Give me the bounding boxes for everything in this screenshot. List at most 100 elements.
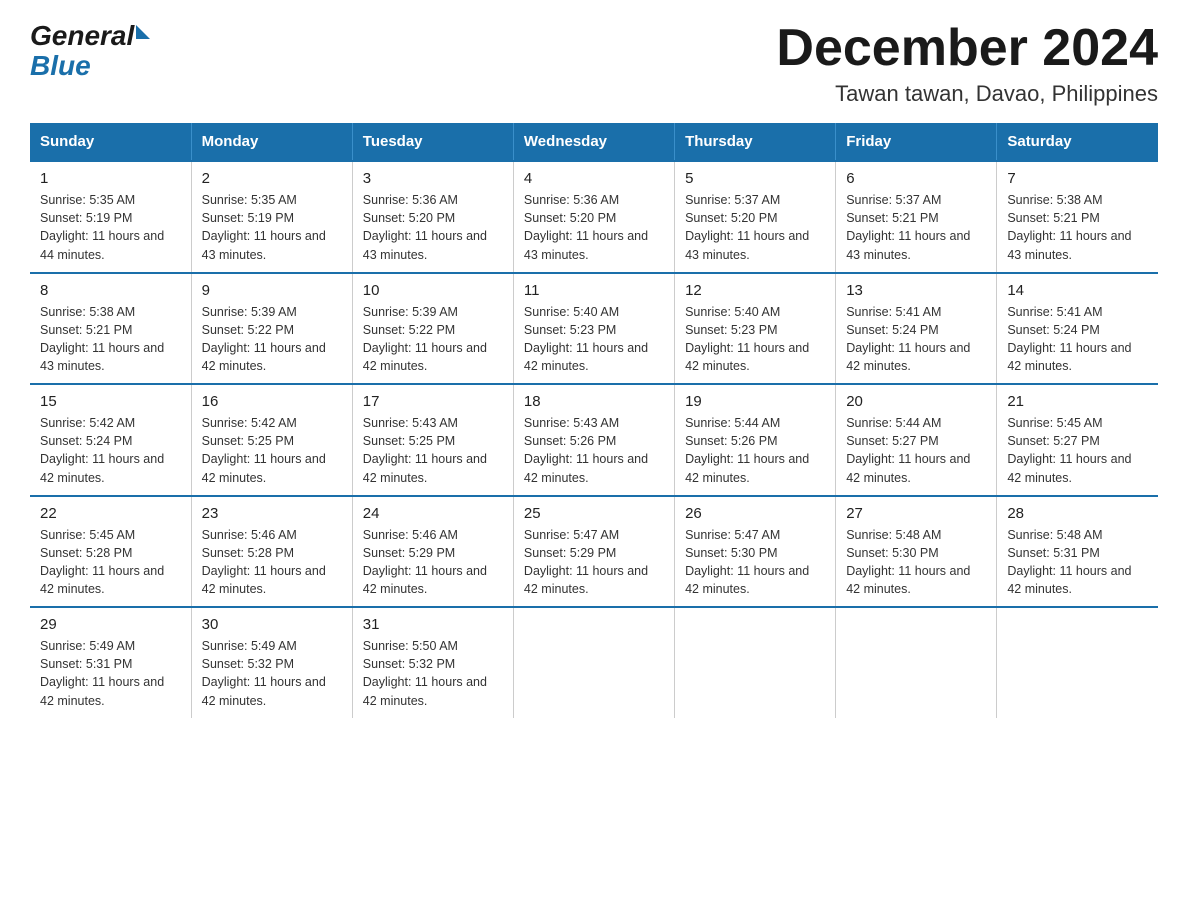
calendar-cell: 14Sunrise: 5:41 AMSunset: 5:24 PMDayligh…: [997, 273, 1158, 385]
day-number: 10: [363, 282, 503, 299]
logo-general: General: [30, 20, 134, 52]
header-sunday: Sunday: [30, 123, 191, 161]
day-number: 28: [1007, 505, 1148, 522]
calendar-cell: 17 Sunrise: 5:43 AMSunset: 5:25 PMDayligh…: [352, 384, 513, 496]
calendar-header-row: SundayMondayTuesdayWednesdayThursdayFrid…: [30, 123, 1158, 161]
calendar-title: December 2024: [776, 20, 1158, 77]
day-info: Sunrise: 5:46 AMSunset: 5:29 PMDaylight:…: [363, 526, 503, 599]
calendar-cell: 28 Sunrise: 5:48 AMSunset: 5:31 PMDayligh…: [997, 496, 1158, 608]
day-number: 25: [524, 505, 664, 522]
calendar-cell: 27 Sunrise: 5:48 AMSunset: 5:30 PMDayligh…: [836, 496, 997, 608]
calendar-cell: 2 Sunrise: 5:35 AMSunset: 5:19 PMDaylight…: [191, 161, 352, 273]
day-info: Sunrise: 5:43 AMSunset: 5:26 PMDaylight:…: [524, 414, 664, 487]
day-number: 21: [1007, 393, 1148, 410]
calendar-cell: 7Sunrise: 5:38 AMSunset: 5:21 PMDaylight…: [997, 161, 1158, 273]
day-info: Sunrise: 5:36 AMSunset: 5:20 PMDaylight:…: [524, 191, 664, 264]
day-info: Sunrise: 5:39 AMSunset: 5:22 PMDaylight:…: [363, 303, 503, 376]
day-info: Sunrise: 5:38 AMSunset: 5:21 PMDaylight:…: [1007, 191, 1148, 264]
calendar-cell: 19Sunrise: 5:44 AMSunset: 5:26 PMDayligh…: [675, 384, 836, 496]
calendar-cell: 18 Sunrise: 5:43 AMSunset: 5:26 PMDayligh…: [513, 384, 674, 496]
day-info: Sunrise: 5:40 AMSunset: 5:23 PMDaylight:…: [524, 303, 664, 376]
day-info: Sunrise: 5:44 AMSunset: 5:27 PMDaylight:…: [846, 414, 986, 487]
calendar-cell: 1 Sunrise: 5:35 AMSunset: 5:19 PMDaylight…: [30, 161, 191, 273]
day-info: Sunrise: 5:48 AMSunset: 5:30 PMDaylight:…: [846, 526, 986, 599]
header-monday: Monday: [191, 123, 352, 161]
calendar-cell: 9 Sunrise: 5:39 AMSunset: 5:22 PMDaylight…: [191, 273, 352, 385]
calendar-week-row: 29 Sunrise: 5:49 AMSunset: 5:31 PMDayligh…: [30, 607, 1158, 718]
day-number: 9: [202, 282, 342, 299]
day-number: 8: [40, 282, 181, 299]
day-number: 26: [685, 505, 825, 522]
day-number: 5: [685, 170, 825, 187]
day-info: Sunrise: 5:48 AMSunset: 5:31 PMDaylight:…: [1007, 526, 1148, 599]
calendar-cell: 4 Sunrise: 5:36 AMSunset: 5:20 PMDaylight…: [513, 161, 674, 273]
calendar-cell: 8Sunrise: 5:38 AMSunset: 5:21 PMDaylight…: [30, 273, 191, 385]
day-info: Sunrise: 5:44 AMSunset: 5:26 PMDaylight:…: [685, 414, 825, 487]
day-number: 23: [202, 505, 342, 522]
logo-triangle-icon: [136, 25, 150, 39]
calendar-cell: 13 Sunrise: 5:41 AMSunset: 5:24 PMDayligh…: [836, 273, 997, 385]
day-info: Sunrise: 5:42 AMSunset: 5:24 PMDaylight:…: [40, 414, 181, 487]
day-number: 30: [202, 616, 342, 633]
calendar-cell: 23 Sunrise: 5:46 AMSunset: 5:28 PMDayligh…: [191, 496, 352, 608]
day-info: Sunrise: 5:37 AMSunset: 5:21 PMDaylight:…: [846, 191, 986, 264]
day-number: 24: [363, 505, 503, 522]
logo-blue: Blue: [30, 52, 150, 80]
calendar-cell: 22 Sunrise: 5:45 AMSunset: 5:28 PMDayligh…: [30, 496, 191, 608]
header-friday: Friday: [836, 123, 997, 161]
calendar-cell: [513, 607, 674, 718]
day-info: Sunrise: 5:41 AMSunset: 5:24 PMDaylight:…: [846, 303, 986, 376]
calendar-cell: 30 Sunrise: 5:49 AMSunset: 5:32 PMDayligh…: [191, 607, 352, 718]
day-info: Sunrise: 5:42 AMSunset: 5:25 PMDaylight:…: [202, 414, 342, 487]
day-number: 4: [524, 170, 664, 187]
calendar-cell: 31Sunrise: 5:50 AMSunset: 5:32 PMDayligh…: [352, 607, 513, 718]
calendar-cell: 21Sunrise: 5:45 AMSunset: 5:27 PMDayligh…: [997, 384, 1158, 496]
day-info: Sunrise: 5:49 AMSunset: 5:31 PMDaylight:…: [40, 637, 181, 710]
day-info: Sunrise: 5:37 AMSunset: 5:20 PMDaylight:…: [685, 191, 825, 264]
day-number: 16: [202, 393, 342, 410]
calendar-cell: 24 Sunrise: 5:46 AMSunset: 5:29 PMDayligh…: [352, 496, 513, 608]
day-number: 1: [40, 170, 181, 187]
calendar-cell: 11 Sunrise: 5:40 AMSunset: 5:23 PMDayligh…: [513, 273, 674, 385]
calendar-cell: 3Sunrise: 5:36 AMSunset: 5:20 PMDaylight…: [352, 161, 513, 273]
calendar-cell: 29 Sunrise: 5:49 AMSunset: 5:31 PMDayligh…: [30, 607, 191, 718]
day-info: Sunrise: 5:46 AMSunset: 5:28 PMDaylight:…: [202, 526, 342, 599]
day-info: Sunrise: 5:50 AMSunset: 5:32 PMDaylight:…: [363, 637, 503, 710]
calendar-cell: [997, 607, 1158, 718]
day-info: Sunrise: 5:43 AMSunset: 5:25 PMDaylight:…: [363, 414, 503, 487]
header-thursday: Thursday: [675, 123, 836, 161]
calendar-cell: 26 Sunrise: 5:47 AMSunset: 5:30 PMDayligh…: [675, 496, 836, 608]
day-number: 29: [40, 616, 181, 633]
page-header: General Blue December 2024 Tawan tawan, …: [30, 20, 1158, 107]
day-number: 2: [202, 170, 342, 187]
day-number: 20: [846, 393, 986, 410]
day-number: 27: [846, 505, 986, 522]
day-number: 22: [40, 505, 181, 522]
logo: General Blue: [30, 20, 150, 80]
day-number: 13: [846, 282, 986, 299]
day-number: 3: [363, 170, 503, 187]
day-info: Sunrise: 5:40 AMSunset: 5:23 PMDaylight:…: [685, 303, 825, 376]
day-number: 12: [685, 282, 825, 299]
calendar-cell: 12 Sunrise: 5:40 AMSunset: 5:23 PMDayligh…: [675, 273, 836, 385]
day-number: 18: [524, 393, 664, 410]
day-number: 15: [40, 393, 181, 410]
day-info: Sunrise: 5:41 AMSunset: 5:24 PMDaylight:…: [1007, 303, 1148, 376]
day-number: 11: [524, 282, 664, 299]
day-info: Sunrise: 5:35 AMSunset: 5:19 PMDaylight:…: [202, 191, 342, 264]
calendar-cell: 16 Sunrise: 5:42 AMSunset: 5:25 PMDayligh…: [191, 384, 352, 496]
day-number: 6: [846, 170, 986, 187]
calendar-cell: 10 Sunrise: 5:39 AMSunset: 5:22 PMDayligh…: [352, 273, 513, 385]
day-info: Sunrise: 5:47 AMSunset: 5:30 PMDaylight:…: [685, 526, 825, 599]
day-info: Sunrise: 5:39 AMSunset: 5:22 PMDaylight:…: [202, 303, 342, 376]
day-info: Sunrise: 5:35 AMSunset: 5:19 PMDaylight:…: [40, 191, 181, 264]
day-info: Sunrise: 5:45 AMSunset: 5:28 PMDaylight:…: [40, 526, 181, 599]
calendar-cell: 25Sunrise: 5:47 AMSunset: 5:29 PMDayligh…: [513, 496, 674, 608]
calendar-cell: [836, 607, 997, 718]
calendar-cell: 6 Sunrise: 5:37 AMSunset: 5:21 PMDaylight…: [836, 161, 997, 273]
day-number: 17: [363, 393, 503, 410]
header-wednesday: Wednesday: [513, 123, 674, 161]
calendar-subtitle: Tawan tawan, Davao, Philippines: [776, 81, 1158, 107]
day-info: Sunrise: 5:49 AMSunset: 5:32 PMDaylight:…: [202, 637, 342, 710]
calendar-cell: [675, 607, 836, 718]
